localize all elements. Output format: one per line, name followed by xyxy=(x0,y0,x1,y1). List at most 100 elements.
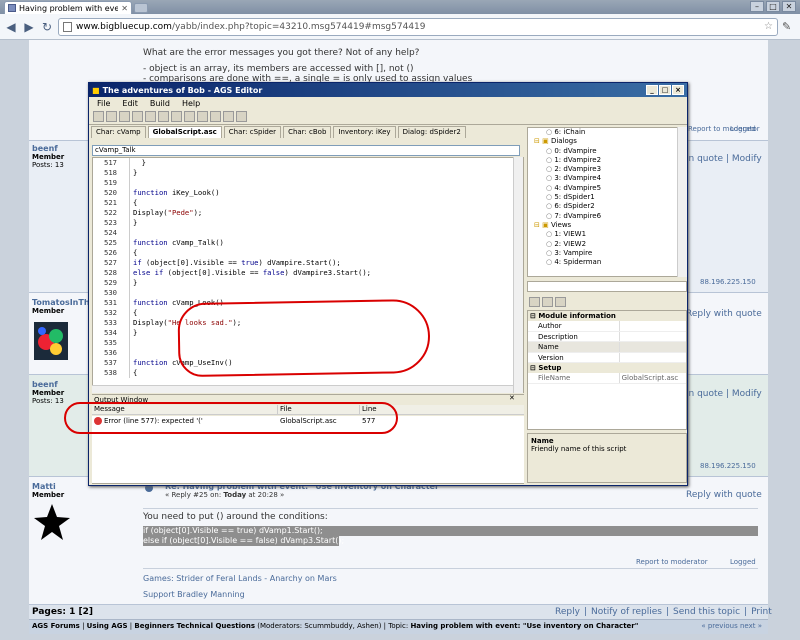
crumb-board[interactable]: Beginners Technical Questions xyxy=(134,622,255,630)
menu-build[interactable]: Build xyxy=(150,99,170,108)
code-line[interactable]: 528 else if (object[0].Visible == false) … xyxy=(93,268,523,278)
author-name[interactable]: beenf xyxy=(32,380,64,389)
tree-item[interactable]: ○ 1: VIEW1 xyxy=(528,230,686,239)
close-tab-icon[interactable]: ✕ xyxy=(121,4,128,13)
menu-help[interactable]: Help xyxy=(182,99,200,108)
categorized-icon[interactable] xyxy=(529,297,540,307)
pause-icon[interactable] xyxy=(145,111,156,122)
run-icon[interactable] xyxy=(119,111,130,122)
code-hscrollbar[interactable] xyxy=(92,385,513,393)
print-link[interactable]: Print xyxy=(751,607,772,617)
maximize-icon[interactable]: □ xyxy=(659,85,671,95)
tree-item[interactable]: ○ 4: dVampire5 xyxy=(528,184,686,193)
menu-file[interactable]: File xyxy=(97,99,110,108)
property-pages-icon[interactable] xyxy=(555,297,566,307)
close-icon[interactable]: × xyxy=(672,85,684,95)
tree-item[interactable]: ○ 2: VIEW2 xyxy=(528,240,686,249)
code-line[interactable]: 525 function cVamp_Talk() xyxy=(93,238,523,248)
report-link[interactable]: Report to moderator xyxy=(636,558,708,566)
close-window-icon[interactable]: ✕ xyxy=(782,1,796,12)
copy-icon[interactable] xyxy=(197,111,208,122)
tree-item[interactable]: ⊟ ▣ Dialogs xyxy=(528,137,686,146)
open-icon[interactable] xyxy=(93,111,104,122)
code-line[interactable]: 527 if (object[0].Visible == true) dVampi… xyxy=(93,258,523,268)
reload-icon[interactable]: ↻ xyxy=(40,20,54,34)
tree-item[interactable]: ○ 6: iChain xyxy=(528,128,686,137)
tree-scrollbar[interactable] xyxy=(677,127,687,277)
tree-item[interactable]: ○ 5: dSpider1 xyxy=(528,193,686,202)
bookmark-star-icon[interactable]: ☆ xyxy=(764,21,773,32)
code-line[interactable]: 530 xyxy=(93,288,523,298)
tab-dialog-dspider2[interactable]: Dialog: dSpider2 xyxy=(397,126,466,138)
quote-link[interactable]: in quote | Modify xyxy=(686,389,762,399)
function-selector[interactable]: cVamp_Talk xyxy=(92,145,520,156)
tree-item[interactable]: ○ 7: dVampire6 xyxy=(528,212,686,221)
alphabetical-icon[interactable] xyxy=(542,297,553,307)
crumb-using[interactable]: Using AGS xyxy=(87,622,128,630)
code-line[interactable]: 529} xyxy=(93,278,523,288)
reply-with-quote-link[interactable]: Reply with quote xyxy=(686,490,762,500)
step-icon[interactable] xyxy=(171,111,182,122)
tree-item[interactable]: ○ 4: Spiderman xyxy=(528,258,686,267)
code-line[interactable]: 524 xyxy=(93,228,523,238)
tree-item[interactable]: ⊟ ▣ Views xyxy=(528,221,686,230)
wrench-icon[interactable]: ✎ xyxy=(782,20,796,33)
tree-item[interactable]: ○ 3: dVampire4 xyxy=(528,174,686,183)
tab-char-cbob[interactable]: Char: cBob xyxy=(283,126,332,138)
save-icon[interactable] xyxy=(106,111,117,122)
tree-item[interactable]: ○ 3: Vampire xyxy=(528,249,686,258)
back-icon[interactable]: ◀ xyxy=(4,20,18,34)
author-name[interactable]: TomatosInTh xyxy=(32,298,90,307)
minimize-icon[interactable]: _ xyxy=(646,85,658,95)
send-topic-link[interactable]: Send this topic xyxy=(673,607,740,617)
author-name[interactable]: Matti xyxy=(32,482,64,491)
code-line[interactable]: 517 } xyxy=(93,158,523,168)
code-line[interactable]: 518} xyxy=(93,168,523,178)
prop-row[interactable]: FileName GlobalScript.asc xyxy=(528,373,686,384)
redo-icon[interactable] xyxy=(236,111,247,122)
code-line[interactable]: 519 xyxy=(93,178,523,188)
prev-next-links[interactable]: « previous next » xyxy=(701,620,762,633)
paste-icon[interactable] xyxy=(210,111,221,122)
property-object-selector[interactable] xyxy=(527,281,687,292)
tree-item[interactable]: ○ 6: dSpider2 xyxy=(528,202,686,211)
address-bar[interactable]: www.bigbluecup.com/yabb/index.php?topic=… xyxy=(58,17,778,36)
maximize-icon[interactable]: □ xyxy=(766,1,780,12)
pages-label[interactable]: Pages: 1 [2] xyxy=(32,607,93,617)
tree-item[interactable]: ○ 2: dVampire3 xyxy=(528,165,686,174)
stop-icon[interactable] xyxy=(158,111,169,122)
tab-inventory-ikey[interactable]: Inventory: iKey xyxy=(333,126,396,138)
code-scrollbar[interactable] xyxy=(513,157,523,393)
forward-icon[interactable]: ▶ xyxy=(22,20,36,34)
tab-globalscript[interactable]: GlobalScript.asc xyxy=(147,126,222,138)
code-line[interactable]: 526 { xyxy=(93,248,523,258)
undo-icon[interactable] xyxy=(223,111,234,122)
tab-char-cvamp[interactable]: Char: cVamp xyxy=(91,126,146,138)
tree-item[interactable]: ○ 1: dVampire2 xyxy=(528,156,686,165)
code-line[interactable]: 523} xyxy=(93,218,523,228)
props-section[interactable]: ⊟ Setup xyxy=(528,363,686,373)
reply-with-quote-link[interactable]: Reply with quote xyxy=(686,309,762,319)
prop-row[interactable]: Author xyxy=(528,321,686,332)
reply-link[interactable]: Reply xyxy=(555,607,580,617)
prop-row[interactable]: Name xyxy=(528,342,686,353)
crumb-forums[interactable]: AGS Forums xyxy=(32,622,80,630)
tab-char-cspider[interactable]: Char: cSpider xyxy=(223,126,282,138)
signature-line[interactable]: Games: Strider of Feral Lands - Anarchy … xyxy=(143,574,337,583)
notify-link[interactable]: Notify of replies xyxy=(591,607,662,617)
cut-icon[interactable] xyxy=(184,111,195,122)
close-output-icon[interactable]: ✕ xyxy=(509,394,515,402)
browser-tab[interactable]: Having problem with event: ✕ xyxy=(4,1,132,14)
prop-row[interactable]: Version xyxy=(528,352,686,363)
code-line[interactable]: 520 function iKey_Look() xyxy=(93,188,523,198)
code-line[interactable]: 522 Display("Pede"); xyxy=(93,208,523,218)
debug-icon[interactable] xyxy=(132,111,143,122)
props-section[interactable]: ⊟ Module information xyxy=(528,311,686,321)
menu-edit[interactable]: Edit xyxy=(122,99,138,108)
minimize-icon[interactable]: – xyxy=(750,1,764,12)
new-tab-button[interactable] xyxy=(134,3,148,13)
code-line[interactable]: 521 { xyxy=(93,198,523,208)
author-name[interactable]: beenf xyxy=(32,144,64,153)
signature-line[interactable]: Support Bradley Manning xyxy=(143,590,245,599)
tree-item[interactable]: ○ 0: dVampire xyxy=(528,147,686,156)
